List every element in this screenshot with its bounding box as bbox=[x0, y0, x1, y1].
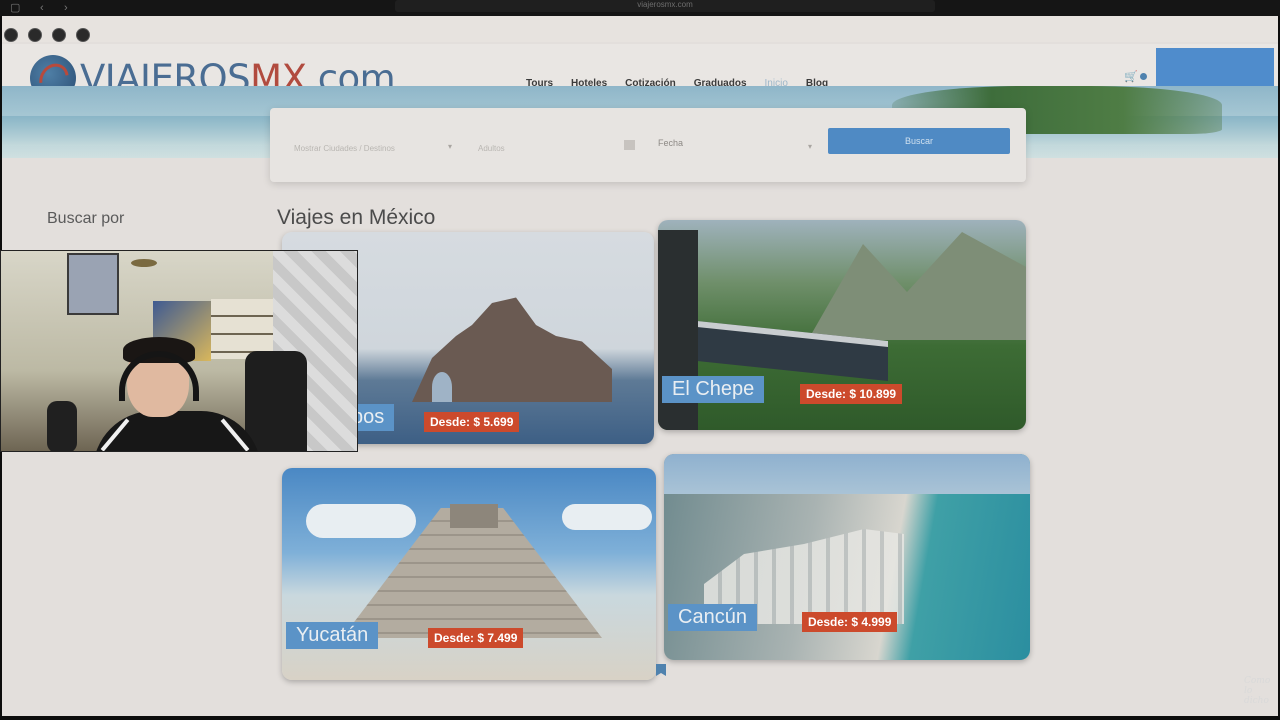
back-icon[interactable]: ‹ bbox=[40, 2, 44, 14]
ceiling-lamp bbox=[131, 259, 157, 267]
card-el-chepe[interactable]: El Chepe Desde: $ 10.899 bbox=[658, 220, 1026, 430]
card-title: El Chepe bbox=[662, 376, 765, 403]
date-select[interactable]: Fecha bbox=[658, 138, 683, 148]
streamer bbox=[93, 337, 261, 451]
mountain-image bbox=[808, 232, 1026, 340]
control-icon[interactable] bbox=[76, 28, 90, 42]
price-badge: Desde: $ 10.899 bbox=[800, 384, 903, 404]
control-icon[interactable] bbox=[28, 28, 42, 42]
people-input[interactable]: Adultos bbox=[478, 144, 505, 153]
price-badge: Desde: $ 5.699 bbox=[424, 412, 520, 432]
destination-select[interactable]: Mostrar Ciudades / Destinos bbox=[294, 144, 395, 153]
price-badge: Desde: $ 7.499 bbox=[428, 628, 524, 648]
cart-icon: 🛒 bbox=[1124, 71, 1138, 83]
arch-opening bbox=[432, 372, 452, 402]
browser-chrome: ▢ ‹ › viajerosmx.com bbox=[0, 0, 1280, 16]
card-yucatan[interactable]: Yucatán Desde: $ 7.499 bbox=[282, 468, 656, 680]
window-controls bbox=[0, 24, 100, 44]
screenshot-frame: ▢ ‹ › viajerosmx.com VIAJEROSMX.com Tour… bbox=[0, 0, 1280, 720]
chevron-down-icon: ▾ bbox=[808, 142, 813, 151]
page-title: Viajes en México bbox=[277, 206, 436, 229]
cloud-shape bbox=[562, 504, 652, 530]
card-title: Yucatán bbox=[286, 622, 379, 649]
calendar-icon[interactable] bbox=[624, 140, 635, 150]
pager-icon[interactable] bbox=[656, 664, 666, 676]
address-bar[interactable]: viajerosmx.com bbox=[395, 0, 935, 12]
control-icon[interactable] bbox=[4, 28, 18, 42]
cart-badge bbox=[1139, 73, 1147, 80]
wall-art bbox=[67, 253, 119, 315]
card-title: Cancún bbox=[668, 604, 757, 631]
search-panel: Mostrar Ciudades / Destinos ▾ Adultos Fe… bbox=[270, 108, 1026, 182]
search-button[interactable]: Buscar bbox=[828, 128, 1010, 154]
sidebar-heading: Buscar por bbox=[47, 210, 125, 227]
cart-button[interactable]: 🛒 bbox=[1124, 70, 1147, 83]
sidebar-toggle-icon[interactable]: ▢ bbox=[10, 2, 20, 14]
forward-icon[interactable]: › bbox=[64, 2, 68, 14]
microphone-icon bbox=[47, 401, 77, 451]
card-cancun[interactable]: Cancún Desde: $ 4.999 bbox=[664, 454, 1030, 660]
temple-top-image bbox=[450, 504, 498, 528]
control-icon[interactable] bbox=[52, 28, 66, 42]
webcam-overlay bbox=[0, 250, 358, 452]
chevron-down-icon: ▾ bbox=[448, 142, 453, 151]
price-badge: Desde: $ 4.999 bbox=[802, 612, 898, 632]
top-bar bbox=[2, 16, 1278, 42]
watermark: Como lo dicho bbox=[1244, 676, 1271, 706]
sky-image bbox=[664, 454, 1030, 494]
cloud-shape bbox=[306, 504, 416, 538]
